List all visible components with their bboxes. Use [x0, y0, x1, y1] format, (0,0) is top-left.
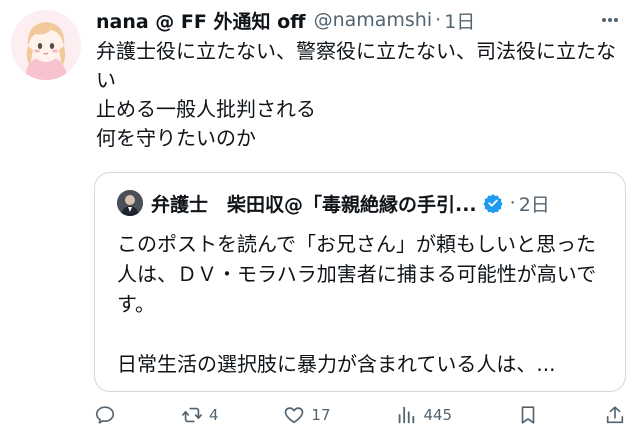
post-time[interactable]: 1日 — [444, 7, 475, 34]
quoted-post-time[interactable]: 2日 — [519, 190, 550, 217]
views-button[interactable]: 445 — [395, 404, 452, 426]
separator-dot: · — [435, 9, 442, 31]
retweet-count: 4 — [208, 406, 219, 424]
quoted-post-header: 弁護士 柴田収@「毒親絶縁の手引... · 2日 — [117, 189, 607, 217]
like-button[interactable]: 17 — [283, 404, 331, 426]
quoted-author-name[interactable]: 弁護士 柴田収@「毒親絶縁の手引... — [151, 190, 477, 217]
views-count: 445 — [423, 406, 453, 424]
author-handle[interactable]: @namamshi — [314, 9, 433, 31]
separator-dot: · — [509, 192, 516, 214]
bookmark-icon — [521, 406, 535, 424]
share-icon — [606, 406, 624, 424]
author-avatar[interactable] — [11, 10, 81, 80]
post-text: 弁護士役に立たない、警察役に立たない、司法役に立たない 止める一般人批判される … — [96, 39, 616, 150]
more-horizontal-icon[interactable] — [596, 6, 624, 34]
bookmark-button[interactable] — [517, 404, 539, 426]
quoted-post[interactable]: 弁護士 柴田収@「毒親絶縁の手引... · 2日 このポストを読んで「お兄さん」… — [94, 172, 626, 392]
like-count: 17 — [311, 406, 331, 424]
anime-girl-avatar-icon — [11, 10, 81, 80]
reply-button[interactable] — [94, 404, 116, 426]
post-header: nana @ FF 外通知 off @namamshi · 1日 — [96, 6, 630, 34]
action-bar: 4 17 445 — [94, 393, 626, 437]
retweet-button[interactable]: 4 — [181, 404, 219, 426]
reply-icon — [95, 406, 115, 424]
heart-icon — [285, 407, 304, 424]
quoted-author-avatar[interactable] — [117, 190, 143, 216]
share-button[interactable] — [604, 404, 626, 426]
views-icon — [399, 406, 415, 424]
retweet-icon — [181, 407, 202, 423]
verified-badge-icon — [482, 193, 503, 213]
quoted-post-text: このポストを読んで「お兄さん」が頼もしいと思った人は、ＤＶ・モラハラ加害者に捕ま… — [117, 232, 597, 376]
author-name[interactable]: nana @ FF 外通知 off — [96, 7, 306, 34]
